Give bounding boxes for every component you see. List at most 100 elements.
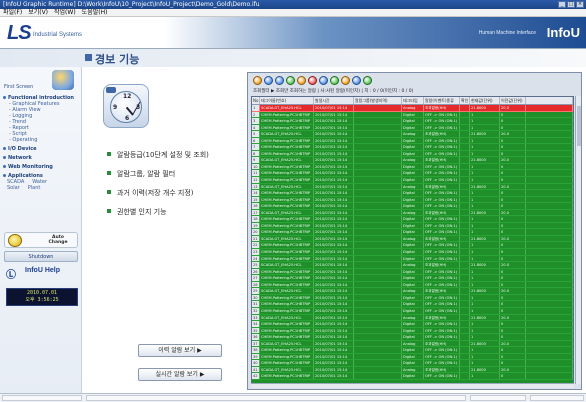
column-header[interactable]: No bbox=[252, 97, 260, 104]
sidebar-nav: Functional introduction - Graphical Feat… bbox=[3, 94, 80, 191]
column-header[interactable]: 확인 bbox=[460, 97, 470, 104]
column-header[interactable]: 태그타입 bbox=[402, 97, 424, 104]
table-cell: OFF -> ON (ON:1) bbox=[424, 255, 460, 262]
table-cell bbox=[354, 118, 402, 124]
close-icon[interactable]: × bbox=[576, 1, 584, 8]
auto-change-button[interactable]: Auto Change bbox=[4, 232, 78, 248]
table-cell bbox=[354, 294, 402, 301]
history-alarm-button[interactable]: 이력 알람 보기 ▶ bbox=[138, 344, 222, 357]
brand-logo: LS bbox=[7, 22, 32, 44]
table-cell: 2010/07/01 15:14 bbox=[314, 353, 354, 360]
column-header[interactable]: 현재값(단위) bbox=[470, 97, 500, 104]
sidebar-subitem-operating[interactable]: - Operating bbox=[3, 137, 80, 143]
table-cell: CHEM.Pattering.PC1HBTRIP bbox=[260, 255, 314, 262]
minimize-icon[interactable]: _ bbox=[558, 1, 566, 8]
table-cell: Digital bbox=[402, 170, 424, 177]
table-cell: 20.0 bbox=[500, 105, 526, 111]
table-cell: Digital bbox=[402, 275, 424, 281]
table-cell: 2 bbox=[252, 111, 260, 118]
table-cell: 0 bbox=[500, 196, 526, 203]
menu-view[interactable]: 보기(V) bbox=[28, 9, 48, 16]
table-cell: 16 bbox=[252, 203, 260, 209]
menu-help[interactable]: 도움말(H) bbox=[82, 9, 108, 16]
sidebar-item-network[interactable]: Network bbox=[3, 155, 80, 161]
menu-work[interactable]: 작업(W) bbox=[54, 9, 76, 16]
table-cell: CHEM.Pattering.PC1HBTRIP bbox=[260, 301, 314, 307]
maximize-icon[interactable]: □ bbox=[567, 1, 575, 8]
toolbar-search-icon[interactable] bbox=[275, 76, 284, 85]
column-header[interactable]: 이전값(단위) bbox=[500, 97, 526, 104]
toolbar-next-icon[interactable] bbox=[363, 76, 372, 85]
table-cell bbox=[354, 183, 402, 190]
realtime-alarm-button[interactable]: 실시간 알람 보기 ▶ bbox=[138, 368, 222, 381]
table-cell: CHEM.Pattering.PC1HBTRIP bbox=[260, 216, 314, 222]
table-cell: 40 bbox=[252, 360, 260, 366]
table-cell: SCADA.GT_EHA25.HCL bbox=[260, 288, 314, 294]
table-cell bbox=[460, 177, 470, 183]
column-header[interactable]: 발생시간 bbox=[314, 97, 354, 104]
vertical-scrollbar[interactable] bbox=[575, 96, 581, 384]
table-cell: 1 bbox=[470, 327, 500, 334]
table-cell: CHEM.Pattering.PC1HBTRIP bbox=[260, 137, 314, 144]
table-cell: 2010/07/01 15:14 bbox=[314, 294, 354, 301]
table-cell: 0 bbox=[500, 144, 526, 150]
table-cell: 2010/07/01 15:14 bbox=[314, 360, 354, 366]
table-cell bbox=[460, 242, 470, 249]
help-button[interactable]: Ⓛ InfoU Help bbox=[6, 265, 78, 281]
table-cell: Digital bbox=[402, 229, 424, 235]
table-cell bbox=[460, 288, 470, 294]
table-cell: 2010/07/01 15:14 bbox=[314, 118, 354, 124]
horizontal-scrollbar[interactable] bbox=[251, 383, 574, 388]
table-cell: Digital bbox=[402, 177, 424, 183]
table-cell: 0 bbox=[500, 170, 526, 177]
scroll-thumb[interactable] bbox=[577, 106, 581, 146]
table-cell bbox=[460, 360, 470, 366]
table-cell: 2010/07/01 15:14 bbox=[314, 262, 354, 268]
table-cell: 0 bbox=[500, 111, 526, 118]
table-cell: 0 bbox=[500, 177, 526, 183]
toolbar-save-icon[interactable] bbox=[319, 76, 328, 85]
table-cell: 26 bbox=[252, 268, 260, 275]
table-cell: OFF -> ON (ON:1) bbox=[424, 327, 460, 334]
table-cell: 1 bbox=[470, 196, 500, 203]
sidebar-item-io-device[interactable]: I/O Device bbox=[3, 146, 80, 152]
toolbar-export-icon[interactable] bbox=[330, 76, 339, 85]
table-cell: SCADA.GT_EHA25.HCL bbox=[260, 314, 314, 321]
sidebar-app-row: Solar Plant bbox=[3, 185, 80, 191]
toolbar-filter-icon[interactable] bbox=[286, 76, 295, 85]
alarm-filter-bar[interactable]: 조회필터 ▶ 조회만 조회하는 알람 | 사:사된 알람(미인지) | 지 : … bbox=[253, 88, 578, 95]
table-cell: Digital bbox=[402, 118, 424, 124]
brand-tagline: Human Machine Interface bbox=[478, 30, 536, 36]
table-cell: SCADA.GT_EHA25.HCL bbox=[260, 183, 314, 190]
sidebar-app-plant[interactable]: Plant bbox=[28, 185, 41, 191]
shutdown-button[interactable]: Shutdown bbox=[4, 251, 78, 262]
toolbar-refresh-icon[interactable] bbox=[264, 76, 273, 85]
toolbar-settings-icon[interactable] bbox=[352, 76, 361, 85]
column-header[interactable]: 태그이름(번호) bbox=[260, 97, 314, 104]
table-cell: 0 bbox=[500, 294, 526, 301]
table-row[interactable]: 42 CHEM.Pattering.PC1HBTRIP 2010/07/01 15:… bbox=[252, 373, 573, 380]
table-cell bbox=[460, 281, 470, 288]
sidebar-item-web-monitoring[interactable]: Web Monitoring bbox=[3, 164, 80, 170]
toolbar-delete-icon[interactable] bbox=[308, 76, 317, 85]
toolbar-print-icon[interactable] bbox=[297, 76, 306, 85]
menu-file[interactable]: 파일(F) bbox=[3, 9, 22, 16]
table-cell: 21.8000 bbox=[470, 209, 500, 216]
column-header[interactable]: 알람그룹(발생지역) bbox=[354, 97, 402, 104]
table-cell: 1 bbox=[470, 150, 500, 157]
table-cell bbox=[354, 262, 402, 268]
toolbar-sound-icon[interactable] bbox=[341, 76, 350, 85]
table-cell: 1 bbox=[470, 321, 500, 327]
table-cell: CHEM.Pattering.PC1HBTRIP bbox=[260, 353, 314, 360]
table-cell: 0 bbox=[500, 137, 526, 144]
table-cell: 0 bbox=[500, 124, 526, 131]
toolbar-ack-icon[interactable] bbox=[253, 76, 262, 85]
table-cell: 0 bbox=[500, 327, 526, 334]
column-header[interactable]: 알람(이벤트)종류 bbox=[424, 97, 460, 104]
table-cell bbox=[354, 327, 402, 334]
header-banner: LS Industrial Systems Human Machine Inte… bbox=[0, 17, 586, 49]
table-cell: 0 bbox=[500, 301, 526, 307]
first-screen-button[interactable]: First Screen bbox=[4, 70, 78, 92]
table-cell: Digital bbox=[402, 216, 424, 222]
sidebar-app-solar[interactable]: Solar bbox=[7, 185, 20, 191]
